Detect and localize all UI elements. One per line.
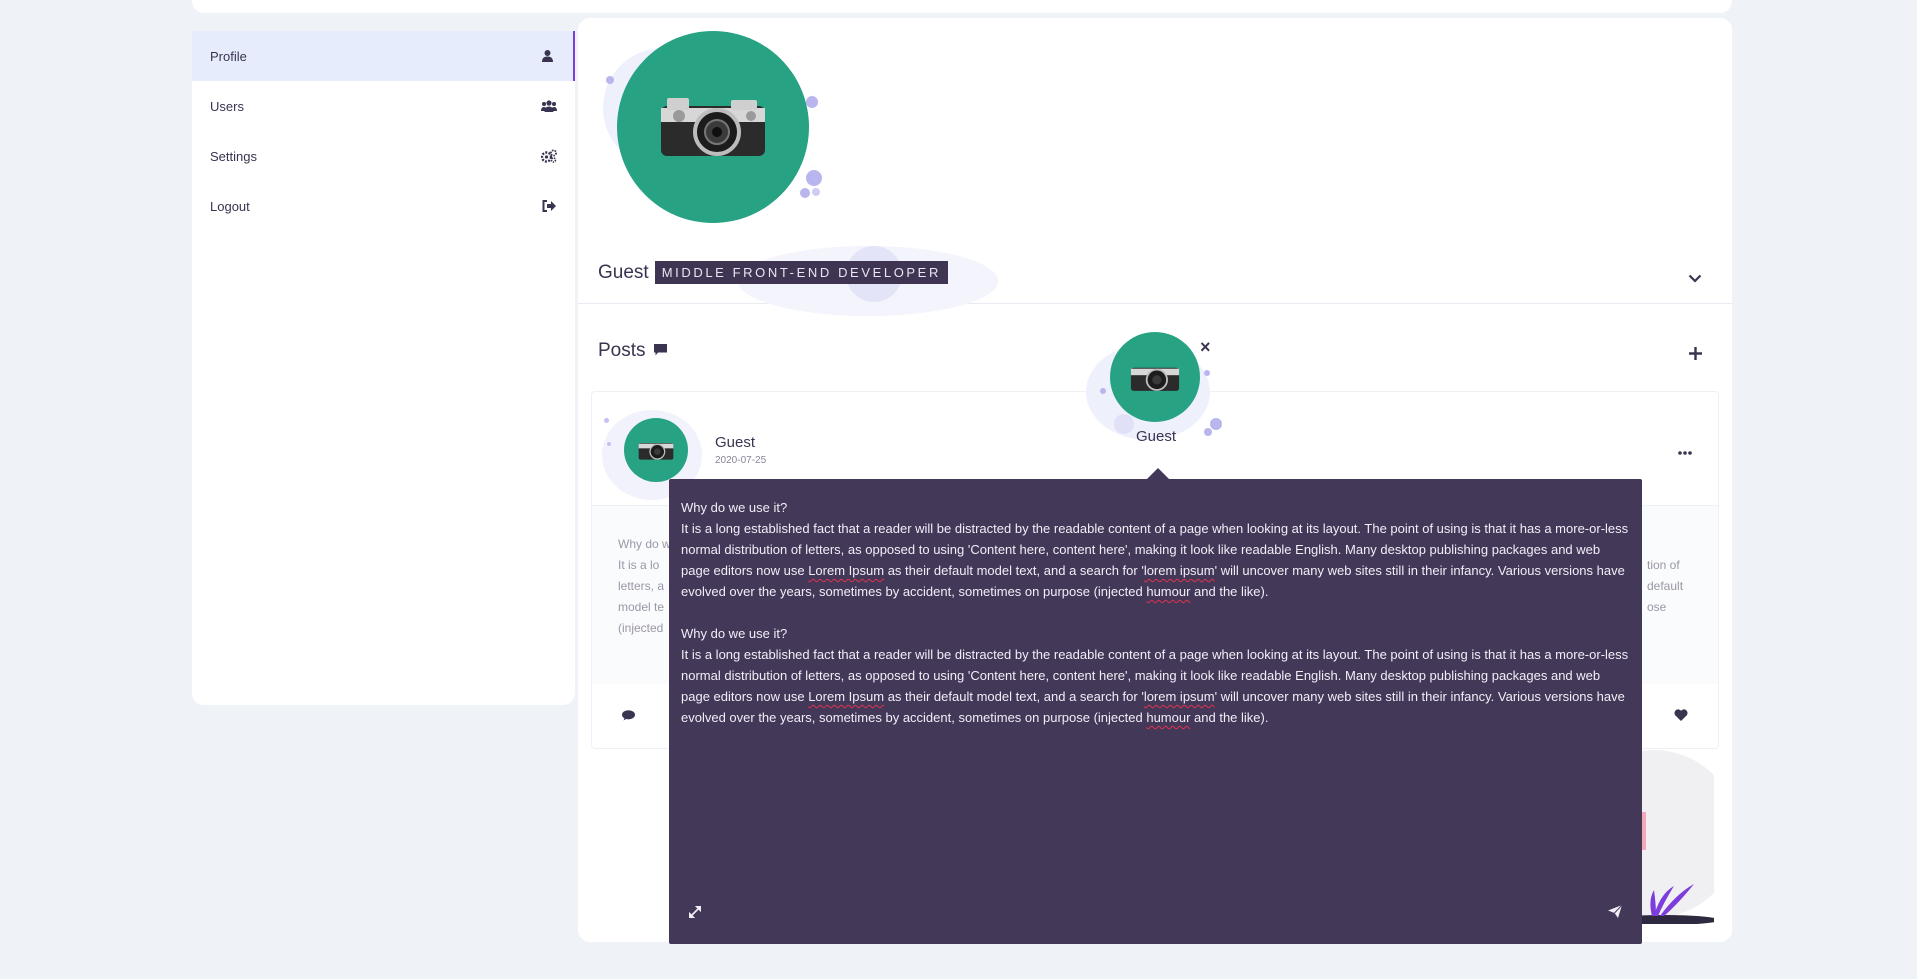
decor-dot <box>1114 414 1134 434</box>
decor-dot <box>806 170 822 186</box>
decor-dot <box>1100 388 1106 394</box>
text-span: Lorem Ipsum <box>808 689 885 704</box>
decor-dot <box>806 96 818 108</box>
profile-name: Guest <box>598 261 649 283</box>
plus-icon <box>1689 347 1702 360</box>
profile-name-row: Guest MIDDLE FRONT-END DEVELOPER <box>598 261 948 284</box>
popup-paragraph: Why do we use it? It is a long establishe… <box>681 623 1630 728</box>
post-date: 2020-07-25 <box>715 455 767 466</box>
text-span: lorem ipsum <box>1143 563 1215 578</box>
user-icon <box>539 48 555 64</box>
sidebar-item-settings[interactable]: Settings <box>192 131 575 181</box>
popup-paragraph: Why do we use it? It is a long establishe… <box>681 497 1630 602</box>
text-span: as their default model text, and a searc… <box>884 689 1144 704</box>
text-span: and the like). <box>1190 710 1269 725</box>
decor-dot <box>606 76 614 84</box>
sidebar-item-label: Profile <box>210 48 247 64</box>
users-icon <box>541 98 557 114</box>
post-body-line: ose <box>1647 600 1667 614</box>
sidebar-item-label: Settings <box>210 148 257 164</box>
heart-icon[interactable] <box>1674 708 1688 726</box>
top-bar <box>192 0 1732 13</box>
comment-icon <box>653 340 667 362</box>
posts-heading: Posts <box>598 340 667 362</box>
add-post-button[interactable] <box>1689 340 1702 366</box>
profile-avatar <box>617 31 809 223</box>
chevron-down-icon[interactable] <box>1688 270 1702 288</box>
role-badge: MIDDLE FRONT-END DEVELOPER <box>654 261 948 284</box>
decor-dot <box>1204 428 1212 436</box>
sidebar-item-logout[interactable]: Logout <box>192 181 575 231</box>
post-body-line: tion of <box>1647 558 1680 572</box>
camera-icon <box>661 98 765 156</box>
paragraph-heading: Why do we use it? <box>681 626 788 641</box>
decor-dot <box>800 188 810 198</box>
popup-author: Guest <box>1136 428 1177 445</box>
profile-header: Guest MIDDLE FRONT-END DEVELOPER <box>578 18 1732 316</box>
decor-dot <box>1204 370 1210 376</box>
sidebar-item-profile[interactable]: Profile <box>192 31 575 81</box>
comment-icon[interactable] <box>622 708 635 726</box>
text-span: humour <box>1146 584 1191 599</box>
gears-icon <box>541 148 557 164</box>
send-icon[interactable] <box>1608 903 1623 924</box>
text-span: as their default model text, and a searc… <box>884 563 1144 578</box>
expand-icon[interactable] <box>688 903 702 924</box>
text-span: and the like). <box>1190 584 1269 599</box>
camera-icon <box>1130 367 1180 391</box>
popup-avatar <box>1110 332 1200 422</box>
post-editor-popup[interactable]: Why do we use it? It is a long establishe… <box>669 479 1642 944</box>
paragraph-heading: Why do we use it? <box>681 500 788 515</box>
decor-dot <box>812 188 820 196</box>
sidebar-item-label: Users <box>210 98 244 114</box>
decor-dot <box>607 442 611 446</box>
posts-title: Posts <box>598 340 646 361</box>
post-author: Guest <box>715 434 756 451</box>
post-body-right: tion of default ose <box>1647 555 1707 618</box>
text-span: humour <box>1146 710 1191 725</box>
more-options-icon[interactable] <box>1678 442 1692 460</box>
decor-dot <box>1210 418 1222 430</box>
logout-icon <box>541 198 557 214</box>
sidebar-item-users[interactable]: Users <box>192 81 575 131</box>
camera-icon <box>638 443 674 460</box>
close-icon[interactable]: × <box>1200 338 1211 356</box>
sidebar: Profile Users Settings Logout <box>192 31 575 705</box>
post-body-line: default <box>1647 579 1684 593</box>
text-span: lorem ipsum <box>1143 689 1215 704</box>
post-avatar <box>624 418 688 482</box>
text-span: Lorem Ipsum <box>808 563 885 578</box>
sidebar-item-label: Logout <box>210 198 250 214</box>
decor-dot <box>604 418 609 423</box>
